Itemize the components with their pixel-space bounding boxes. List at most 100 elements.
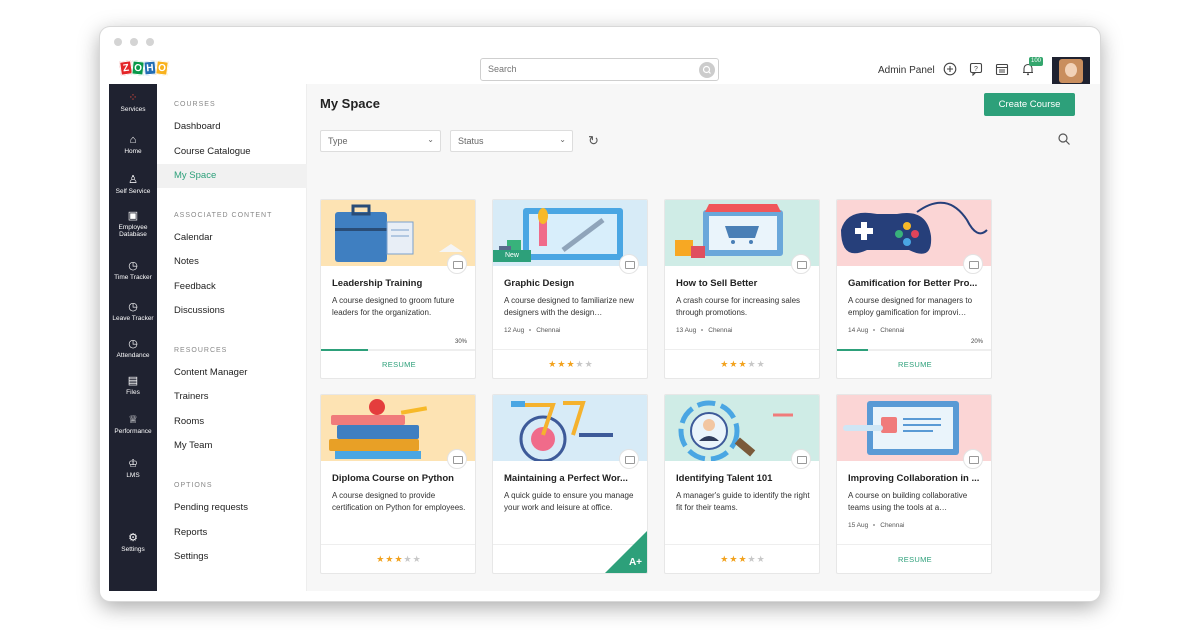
search-icon[interactable] — [1057, 132, 1071, 146]
course-card[interactable]: New Graphic Design A course designed to fa… — [492, 199, 648, 379]
course-card[interactable]: Maintaining a Perfect Wor... A quick guid… — [492, 394, 648, 574]
course-location: Chennai — [708, 327, 733, 334]
window-dot-icon[interactable] — [146, 38, 154, 46]
rail-item-settings[interactable]: ⚙ Settings — [109, 532, 157, 553]
course-date: 15 Aug — [848, 522, 869, 529]
rating-stars: ★★★★★ — [720, 359, 765, 370]
menu-item-my-team[interactable]: My Team — [174, 440, 212, 451]
card-footer: RESUME — [837, 349, 991, 378]
menu-item-my-space[interactable]: My Space — [174, 170, 216, 181]
search-box[interactable] — [480, 58, 719, 81]
rail-item-home[interactable]: ⌂ Home — [109, 134, 157, 155]
course-title[interactable]: Identifying Talent 101 — [676, 473, 816, 484]
card-footer: ★★★★★ — [321, 544, 475, 573]
rail-item-files[interactable]: ▤ Files — [109, 375, 157, 396]
course-title[interactable]: Maintaining a Perfect Wor... — [504, 473, 644, 484]
rail-item-label: LMS — [126, 472, 140, 479]
trophy-icon: ♕ — [128, 414, 138, 426]
course-card[interactable]: Gamification for Better Pro... A course d… — [836, 199, 992, 379]
progress-bar — [837, 349, 991, 351]
course-date: 12 Aug — [504, 327, 525, 334]
menu-item-pending-requests[interactable]: Pending requests — [174, 502, 248, 513]
app-rail: ⁘ Services ⌂ Home ♙ Self Service ▣ Employee Dat… — [109, 84, 157, 591]
rail-item-self-service[interactable]: ♙ Self Service — [109, 174, 157, 195]
svg-text:?: ? — [974, 66, 978, 73]
rail-item-attendance[interactable]: ◷ Attendance — [109, 338, 157, 359]
course-card[interactable]: Leadership Training A course designed to … — [320, 199, 476, 379]
star-icon: ★ — [566, 359, 576, 369]
search-input[interactable] — [488, 64, 688, 74]
course-card[interactable]: How to Sell Better A crash course for inc… — [664, 199, 820, 379]
card-footer: ★★★★★ — [493, 349, 647, 378]
rail-item-label: Time Tracker — [114, 274, 152, 281]
rail-item-employee-database[interactable]: ▣ Employee Database — [109, 210, 157, 238]
course-description: A course designed to familiarize new des… — [504, 296, 634, 317]
menu-item-trainers[interactable]: Trainers — [174, 391, 209, 402]
rail-item-lms[interactable]: ♔ LMS — [109, 458, 157, 479]
course-title[interactable]: Leadership Training — [332, 278, 472, 289]
menu-item-dashboard[interactable]: Dashboard — [174, 121, 220, 132]
course-title[interactable]: Diploma Course on Python — [332, 473, 472, 484]
admin-panel-link[interactable]: Admin Panel — [878, 65, 935, 76]
add-icon[interactable] — [943, 62, 957, 76]
rail-item-label: Self Service — [115, 188, 151, 195]
window-dot-icon[interactable] — [114, 38, 122, 46]
star-icon: ★ — [584, 359, 594, 369]
menu-heading-associated: ASSOCIATED CONTENT — [174, 212, 273, 219]
grade-label: A+ — [628, 557, 642, 568]
star-icon: ★ — [720, 554, 730, 564]
course-location: Chennai — [880, 522, 905, 529]
menu-item-notes[interactable]: Notes — [174, 256, 199, 267]
resume-button[interactable]: RESUME — [898, 555, 932, 564]
course-title[interactable]: Graphic Design — [504, 278, 644, 289]
course-description: A manager's guide to identify the right … — [676, 491, 810, 512]
type-filter[interactable]: Type ⌄ — [320, 130, 441, 152]
star-icon: ★ — [747, 359, 757, 369]
rail-item-time-tracker[interactable]: ◷ Time Tracker — [109, 260, 157, 281]
menu-item-feedback[interactable]: Feedback — [174, 281, 216, 292]
menu-item-calendar[interactable]: Calendar — [174, 232, 213, 243]
menu-item-reports[interactable]: Reports — [174, 527, 207, 538]
avatar[interactable] — [1052, 57, 1090, 86]
course-location: Chennai — [536, 327, 561, 334]
menu-item-settings[interactable]: Settings — [174, 551, 208, 562]
course-card[interactable]: Identifying Talent 101 A manager's guide … — [664, 394, 820, 574]
window-dot-icon[interactable] — [130, 38, 138, 46]
resume-button[interactable]: RESUME — [382, 360, 416, 369]
status-filter[interactable]: Status ⌄ — [450, 130, 573, 152]
type-filter-label: Type — [328, 136, 348, 146]
rail-item-label: Performance — [114, 428, 152, 435]
resume-button[interactable]: RESUME — [898, 360, 932, 369]
zoho-logo[interactable]: ZOHO — [119, 60, 169, 76]
star-icon: ★ — [412, 554, 422, 564]
course-title[interactable]: How to Sell Better — [676, 278, 816, 289]
search-icon[interactable] — [699, 62, 715, 78]
rail-item-label: Employee Database — [118, 224, 148, 238]
course-description: A course designed to provide certificati… — [332, 491, 466, 512]
course-title[interactable]: Improving Collaboration in ... — [848, 473, 988, 484]
services-icon: ⁘ — [128, 92, 138, 104]
course-location: Chennai — [880, 327, 905, 334]
help-icon[interactable]: ? — [969, 62, 983, 77]
star-icon: ★ — [756, 554, 766, 564]
attendance-icon: ◷ — [128, 338, 138, 350]
course-card[interactable]: Diploma Course on Python A course designe… — [320, 394, 476, 574]
rail-item-services[interactable]: ⁘ Services — [109, 92, 157, 113]
rail-item-performance[interactable]: ♕ Performance — [109, 414, 157, 435]
menu-item-content-manager[interactable]: Content Manager — [174, 367, 247, 378]
course-type-icon — [447, 254, 467, 274]
refresh-icon[interactable]: ↻ — [588, 133, 599, 149]
rail-item-leave-tracker[interactable]: ◷ Leave Tracker — [109, 301, 157, 322]
menu-item-discussions[interactable]: Discussions — [174, 305, 225, 316]
notification-badge: 100 — [1029, 57, 1044, 66]
menu-item-course-catalogue[interactable]: Course Catalogue — [174, 146, 251, 157]
calendar-icon[interactable] — [995, 62, 1009, 76]
menu-item-rooms[interactable]: Rooms — [174, 416, 204, 427]
page-title: My Space — [320, 96, 380, 111]
create-course-button[interactable]: Create Course — [984, 93, 1075, 116]
card-footer: ★★★★★ — [665, 544, 819, 573]
menu-heading-resources: RESOURCES — [174, 347, 228, 354]
course-type-icon — [963, 449, 983, 469]
course-card[interactable]: Improving Collaboration in ... A course o… — [836, 394, 992, 574]
course-title[interactable]: Gamification for Better Pro... — [848, 278, 988, 289]
